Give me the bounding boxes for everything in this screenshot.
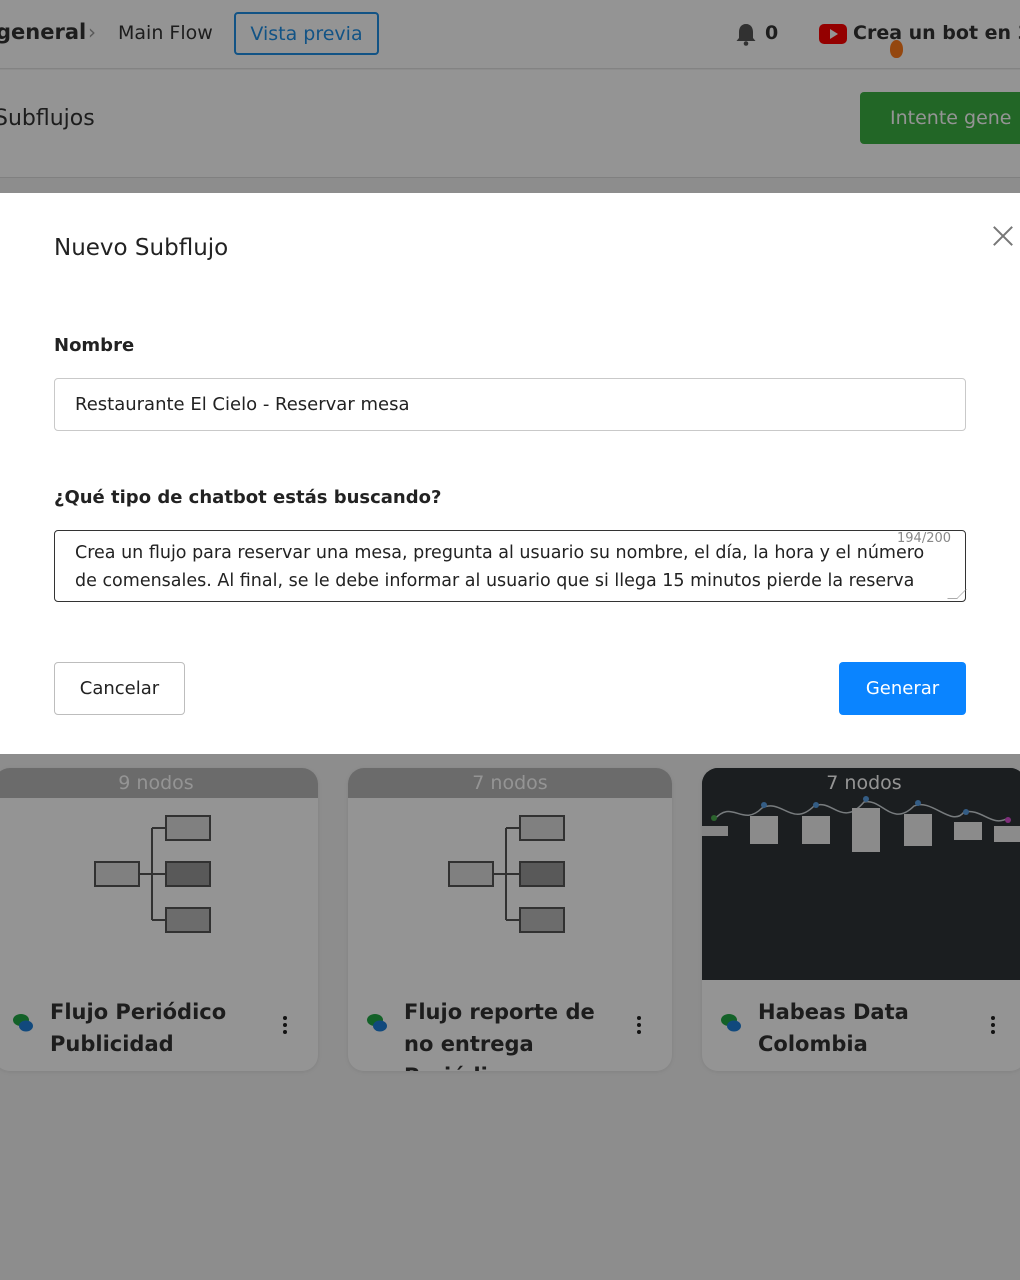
generate-button[interactable]: Generar: [839, 662, 966, 715]
name-label: Nombre: [54, 335, 135, 356]
cancel-button[interactable]: Cancelar: [54, 662, 185, 715]
description-textarea[interactable]: Crea un flujo para reservar una mesa, pr…: [54, 530, 966, 602]
name-field[interactable]: [54, 378, 966, 431]
dialog-title: Nuevo Subflujo: [54, 235, 229, 261]
character-counter: 194/200: [897, 531, 952, 546]
close-icon[interactable]: [990, 223, 1016, 249]
new-subflow-dialog: Nuevo Subflujo Nombre ¿Qué tipo de chatb…: [0, 193, 1020, 754]
description-label: ¿Qué tipo de chatbot estás buscando?: [54, 487, 442, 508]
